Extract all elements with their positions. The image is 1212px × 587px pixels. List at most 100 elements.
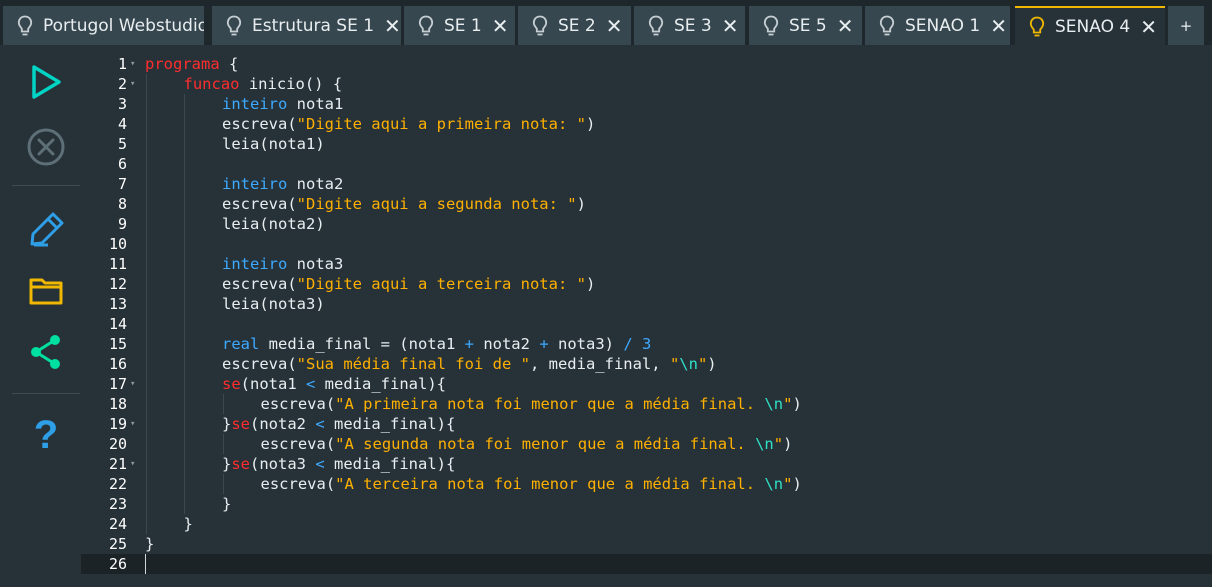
code-token: programa (145, 55, 220, 73)
tab-se-1[interactable]: SE 1 ✕ (404, 6, 515, 45)
code-token: ) (783, 435, 793, 453)
code-text: leia(nota3) (222, 294, 325, 314)
text-cursor (145, 554, 146, 574)
new-tab-button[interactable]: + (1168, 6, 1204, 45)
code-token: " (669, 355, 680, 373)
code-line[interactable]: 9 leia(nota2) (81, 214, 1212, 234)
share-icon[interactable] (22, 328, 70, 376)
code-token: } (222, 415, 232, 433)
code-token: \n (755, 435, 774, 453)
tab-se-3[interactable]: SE 3 ✕ (634, 6, 745, 45)
close-icon[interactable]: ✕ (837, 16, 854, 36)
indent-guide (222, 474, 224, 494)
stop-icon[interactable] (22, 123, 70, 171)
code-token: / (623, 335, 633, 353)
line-number: 20 (108, 435, 127, 453)
code-line[interactable]: 14 (81, 314, 1212, 334)
code-token: media_final){ (315, 375, 446, 393)
fold-arrow-icon[interactable]: ▾ (130, 414, 135, 434)
line-number: 25 (108, 535, 127, 553)
tab-estrutura-se-1[interactable]: Estrutura SE 1 ✕ (212, 6, 401, 45)
code-token: < (315, 455, 325, 473)
code-line[interactable]: 17 ▾ se(nota1 < media_final){ (81, 374, 1212, 394)
close-icon[interactable]: ✕ (722, 16, 739, 36)
line-number: 8 (117, 195, 127, 213)
code-line[interactable]: 13 leia(nota3) (81, 294, 1212, 314)
fold-arrow-icon[interactable]: ▾ (130, 54, 135, 74)
tab-senao-4[interactable]: SENAO 4 ✕ (1015, 6, 1165, 45)
code-line[interactable]: 1 ▾ programa { (81, 54, 1212, 74)
code-line[interactable]: 16 escreva("Sua média final foi de ", med… (81, 354, 1212, 374)
close-icon[interactable]: ✕ (1140, 17, 1157, 37)
run-icon[interactable] (22, 58, 70, 106)
close-icon[interactable]: ✕ (492, 16, 509, 36)
tab-se-2[interactable]: SE 2 ✕ (518, 6, 631, 45)
line-number: 4 (117, 115, 127, 133)
line-number: 12 (108, 275, 127, 293)
tab-label: Estrutura SE 1 (252, 15, 375, 36)
fold-arrow-icon[interactable]: ▾ (130, 74, 135, 94)
line-number: 18 (108, 395, 127, 413)
lightbulb-icon (648, 15, 664, 37)
folder-icon[interactable] (22, 267, 70, 315)
code-line[interactable]: 3 inteiro nota1 (81, 94, 1212, 114)
line-number: 5 (117, 135, 127, 153)
code-token: \n (764, 395, 784, 413)
line-number: 6 (117, 155, 127, 173)
tab-se-5[interactable]: SE 5 ✕ (749, 6, 862, 45)
code-line[interactable]: 23} (81, 494, 1212, 514)
close-icon[interactable]: ✕ (606, 16, 623, 36)
edit-icon[interactable] (22, 205, 70, 253)
code-token: escreva( (260, 475, 336, 493)
code-token: inteiro (222, 175, 288, 193)
code-line[interactable]: 11 inteiro nota3 (81, 254, 1212, 274)
fold-arrow-icon[interactable]: ▾ (130, 374, 135, 394)
code-text: } (222, 494, 231, 514)
code-token: inicio() { (239, 75, 343, 93)
code-token: ) (792, 475, 802, 493)
close-icon[interactable]: ✕ (384, 16, 401, 36)
code-line[interactable]: 25} (81, 534, 1212, 554)
code-line[interactable]: 18 escreva("A primeira nota foi menor que… (81, 394, 1212, 414)
code-line[interactable]: 12 escreva("Digite aqui a terceira nota: … (81, 274, 1212, 294)
fold-arrow-icon[interactable]: ▾ (130, 454, 135, 474)
tab-portugol-webstudio[interactable]: Portugol Webstudio (3, 6, 204, 45)
code-token: media_final){ (324, 415, 456, 433)
code-line[interactable]: 24} (81, 514, 1212, 534)
code-line[interactable]: 2 ▾ funcao inicio() { (81, 74, 1212, 94)
indent-guide (222, 434, 224, 454)
code-line[interactable]: 20 escreva("A segunda nota foi menor que … (81, 434, 1212, 454)
code-token: "Digite aqui a terceira nota: " (296, 275, 586, 293)
code-text: } (184, 514, 193, 534)
code-line[interactable]: 7 inteiro nota2 (81, 174, 1212, 194)
code-line[interactable]: 5 leia(nota1) (81, 134, 1212, 154)
code-text: escreva("A terceira nota foi menor que a… (261, 474, 802, 494)
code-line[interactable]: 26 (81, 554, 1212, 574)
code-token: \n (679, 355, 698, 373)
code-line[interactable]: 22 escreva("A terceira nota foi menor que… (81, 474, 1212, 494)
code-token: } (222, 495, 232, 513)
code-line[interactable]: 8 escreva("Digite aqui a segunda nota: ") (81, 194, 1212, 214)
code-line[interactable]: 21 ▾}se(nota3 < media_final){ (81, 454, 1212, 474)
line-number: 26 (108, 555, 127, 573)
code-line[interactable]: 4 escreva("Digite aqui a primeira nota: "… (81, 114, 1212, 134)
code-text: escreva("Sua média final foi de ", media… (222, 354, 717, 374)
code-line[interactable]: 6 (81, 154, 1212, 174)
help-icon[interactable]: ? (22, 411, 70, 459)
code-editor[interactable]: 1 ▾ programa {2 ▾ funcao inicio() {3 inteiro … (81, 51, 1212, 587)
code-text: real media_final = (nota1 + nota2 + nota… (222, 334, 651, 354)
line-number: 23 (108, 495, 127, 513)
line-number: 9 (117, 215, 127, 233)
code-token: "Digite aqui a primeira nota: " (296, 115, 586, 133)
tab-label: SENAO 4 (1055, 16, 1131, 37)
code-line[interactable]: 19 ▾}se(nota2 < media_final){ (81, 414, 1212, 434)
code-text: }se(nota3 < media_final){ (222, 454, 455, 474)
code-token: < (306, 375, 316, 393)
code-token: media_final){ (324, 455, 456, 473)
code-token: "A segunda nota foi menor que a média fi… (335, 435, 756, 453)
code-line[interactable]: 15 real media_final = (nota1 + nota2 + no… (81, 334, 1212, 354)
tab-senao-1[interactable]: SENAO 1 ✕ (865, 6, 1010, 45)
code-token: nota3) (548, 335, 624, 353)
code-line[interactable]: 10 (81, 234, 1212, 254)
close-icon[interactable]: ✕ (990, 16, 1007, 36)
